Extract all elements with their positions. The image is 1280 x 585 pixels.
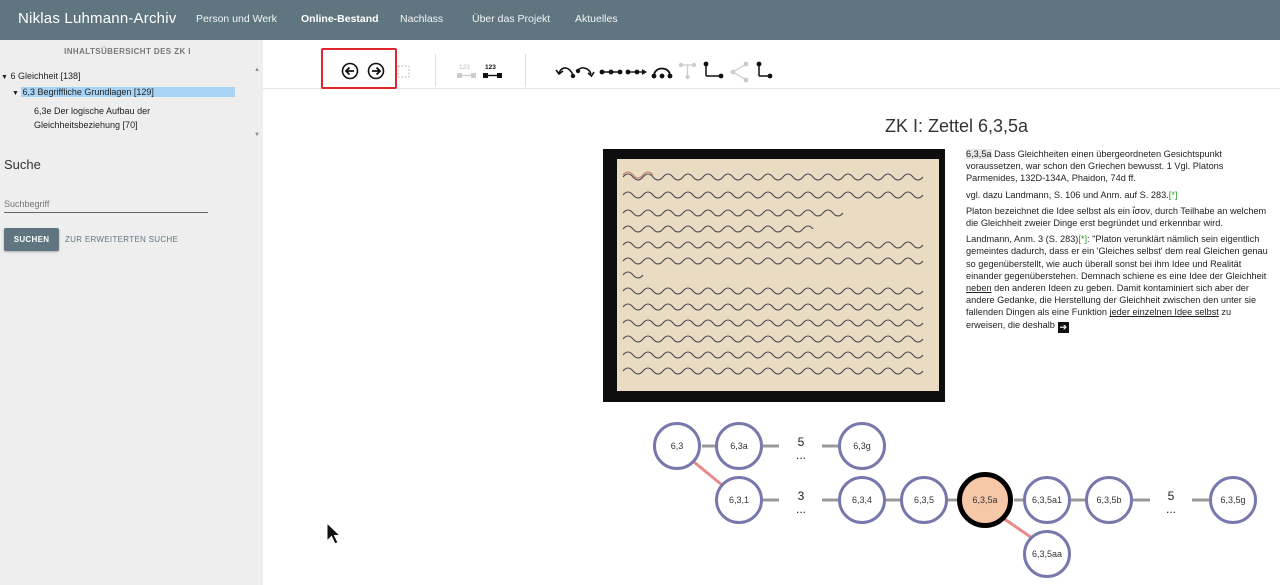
graph-node[interactable]: 6,3,1 [715,476,763,524]
graph-node[interactable]: 6,3,5 [900,476,948,524]
graph-node[interactable]: 6,3,5b [1085,476,1133,524]
collapsed-nodes[interactable]: 5 ... [1156,490,1186,516]
graph-node[interactable]: 6,3g [838,422,886,470]
collapsed-dots: ... [1165,502,1176,516]
graph-node-current[interactable]: 6,3,5a [957,472,1013,528]
child-link [693,460,723,487]
collapsed-nodes[interactable]: 5 ... [786,436,816,462]
collapsed-dots: ... [795,502,806,516]
graph-node[interactable]: 6,3,5aa [1023,530,1071,578]
mouse-cursor-icon [326,522,342,545]
graph-node[interactable]: 6,3a [715,422,763,470]
graph-node[interactable]: 6,3 [653,422,701,470]
graph-node[interactable]: 6,3,5g [1209,476,1257,524]
graph-node[interactable]: 6,3,5a1 [1023,476,1071,524]
collapsed-dots: ... [795,448,806,462]
graph-node[interactable]: 6,3,4 [838,476,886,524]
collapsed-nodes[interactable]: 3 ... [786,490,816,516]
